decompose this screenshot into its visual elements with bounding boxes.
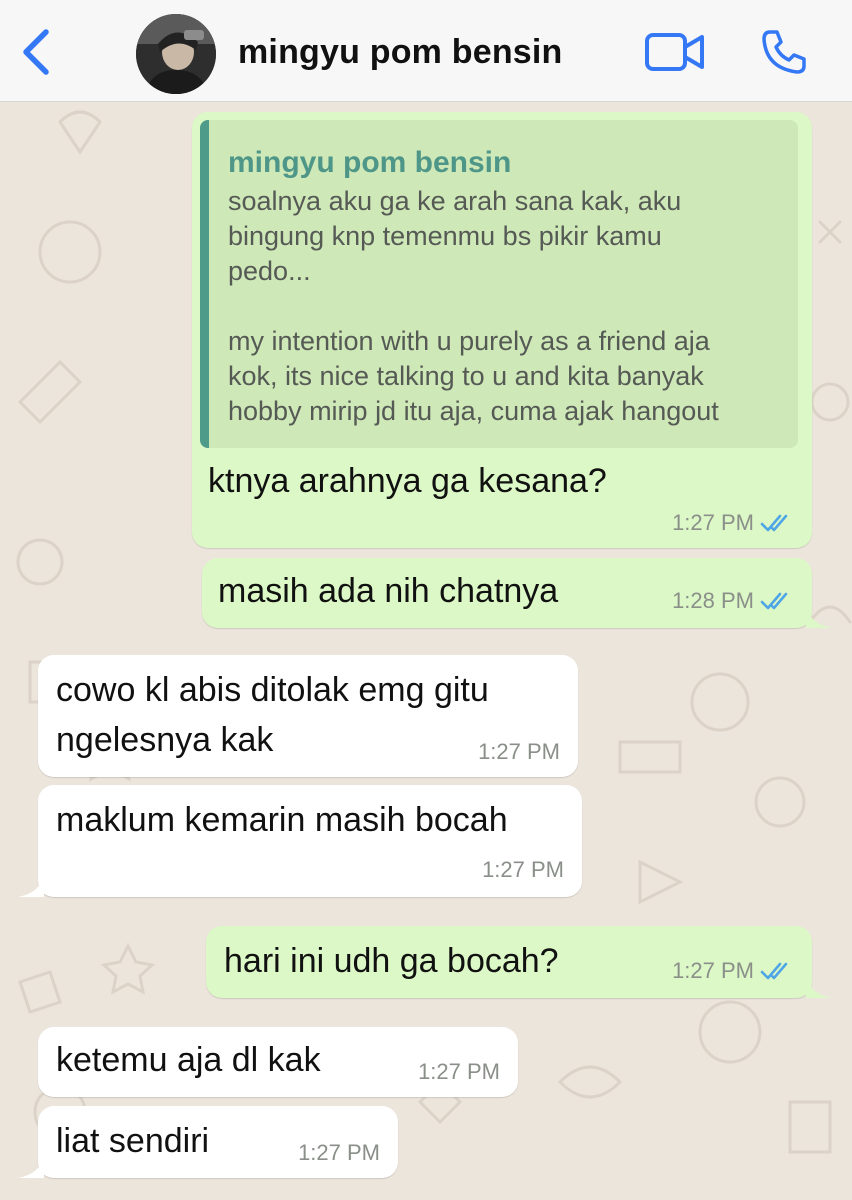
bubble-tail — [18, 1156, 44, 1178]
avatar-photo — [136, 14, 216, 94]
quoted-text: soalnya aku ga ke arah sana kak, aku bin… — [228, 186, 719, 426]
message-bubble-incoming[interactable]: cowo kl abis ditolak emg gitu ngelesnya … — [38, 655, 578, 777]
double-check-icon — [760, 592, 788, 610]
message-meta: 1:27 PM — [418, 1059, 500, 1085]
message-time: 1:27 PM — [482, 857, 564, 882]
double-check-icon — [760, 962, 788, 980]
message-time: 1:27 PM — [478, 739, 560, 764]
message-time: 1:27 PM — [418, 1059, 500, 1084]
message-bubble-incoming[interactable]: liat sendiri 1:27 PM — [18, 1106, 398, 1178]
message-time: 1:27 PM — [298, 1140, 380, 1165]
contact-avatar[interactable] — [136, 14, 216, 94]
message-meta: 1:28 PM — [672, 588, 794, 614]
chat-header: mingyu pom bensin — [0, 0, 852, 102]
message-bubble-outgoing[interactable]: mingyu pom bensin soalnya aku ga ke arah… — [192, 112, 812, 548]
quoted-reply[interactable]: mingyu pom bensin soalnya aku ga ke arah… — [200, 120, 798, 448]
message-meta: 1:27 PM — [672, 958, 794, 984]
message-time: 1:27 PM — [672, 958, 754, 983]
quote-accent-bar — [200, 120, 209, 448]
voice-call-button[interactable] — [760, 28, 808, 76]
message-bubble-incoming[interactable]: ketemu aja dl kak 1:27 PM — [38, 1027, 518, 1097]
message-meta: 1:27 PM — [482, 857, 564, 883]
message-text: hari ini udh ga bocah? — [224, 942, 559, 980]
contact-name[interactable]: mingyu pom bensin — [238, 33, 563, 72]
message-meta: 1:27 PM — [478, 739, 560, 765]
message-bubble-outgoing[interactable]: masih ada nih chatnya 1:28 PM — [202, 558, 832, 628]
message-meta: 1:27 PM — [672, 510, 794, 536]
message-meta: 1:27 PM — [298, 1140, 380, 1166]
message-time: 1:28 PM — [672, 588, 754, 613]
message-text: liat sendiri — [56, 1122, 210, 1160]
back-button[interactable] — [18, 26, 54, 78]
bubble-tail — [806, 606, 832, 628]
chat-area[interactable]: mingyu pom bensin soalnya aku ga ke arah… — [0, 102, 852, 1200]
video-call-button[interactable] — [644, 30, 706, 74]
message-text: maklum kemarin masih bocah — [56, 801, 508, 839]
phone-icon — [762, 30, 806, 74]
bubble-tail — [806, 976, 832, 998]
message-text: cowo kl abis ditolak emg gitu ngelesnya … — [56, 671, 489, 759]
bubble-tail — [18, 875, 44, 897]
quoted-author: mingyu pom bensin — [228, 146, 512, 179]
message-text: masih ada nih chatnya — [218, 572, 559, 610]
message-bubble-outgoing[interactable]: hari ini udh ga bocah? 1:27 PM — [206, 926, 832, 998]
double-check-icon — [760, 514, 788, 532]
chevron-left-icon — [23, 29, 49, 75]
message-time: 1:27 PM — [672, 510, 754, 535]
message-text: ktnya arahnya ga kesana? — [208, 462, 607, 500]
video-camera-icon — [645, 33, 704, 71]
message-text: ketemu aja dl kak — [56, 1041, 321, 1079]
message-bubble-incoming[interactable]: maklum kemarin masih bocah 1:27 PM — [18, 785, 582, 897]
